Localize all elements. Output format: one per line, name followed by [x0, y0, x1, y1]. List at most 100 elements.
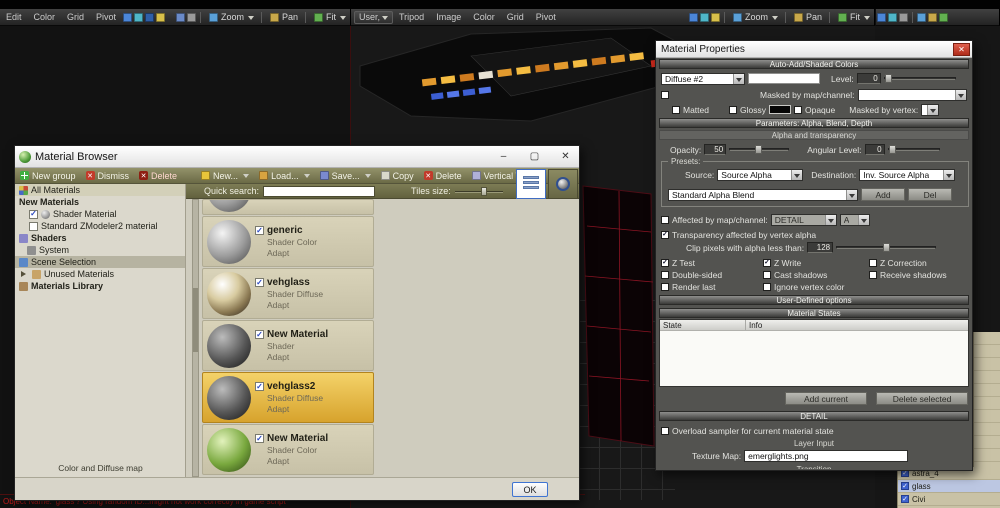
new-material-button[interactable]: New...	[196, 169, 254, 183]
opacity-slider[interactable]	[729, 145, 789, 154]
affected-map-checkbox[interactable]	[661, 216, 669, 224]
material-browser-titlebar[interactable]: Material Browser – ▢ ✕	[15, 146, 579, 168]
diffuse-color-swatch[interactable]	[748, 73, 820, 84]
snap-icon-2[interactable]	[711, 13, 720, 22]
flag-receive-shadows[interactable]: Receive shadows	[869, 268, 947, 281]
masked-vertex-select[interactable]	[921, 104, 939, 116]
shading-mode-icon[interactable]	[134, 13, 143, 22]
diffuse-channel-select[interactable]: Diffuse #2	[661, 73, 745, 85]
state-column-header[interactable]: State	[660, 320, 746, 330]
level-slider-thumb[interactable]	[885, 74, 892, 83]
scene-strip-row[interactable]	[974, 410, 1000, 423]
source-select[interactable]: Source Alpha	[717, 169, 803, 181]
zoom-button-2[interactable]: Zoom	[728, 12, 782, 23]
material-checkbox[interactable]	[255, 434, 264, 443]
menu-color[interactable]: Color	[28, 12, 62, 22]
overload-sampler-checkbox[interactable]	[661, 427, 669, 435]
zoom-button[interactable]: Zoom	[204, 12, 258, 23]
affected-channel-select[interactable]: A	[840, 214, 870, 226]
material-checkbox[interactable]	[255, 382, 264, 391]
scene-strip-row[interactable]	[974, 332, 1000, 345]
camera-icon[interactable]	[187, 13, 196, 22]
flag-ignore-vertex-color[interactable]: Ignore vertex color	[763, 280, 844, 293]
object-visibility-checkbox[interactable]	[901, 482, 909, 490]
masked-map-select[interactable]	[858, 89, 968, 101]
pan-button[interactable]: Pan	[265, 12, 302, 22]
tiles-view-button[interactable]	[516, 169, 546, 199]
scene-strip-row[interactable]	[974, 436, 1000, 449]
tree-item-unused-materials[interactable]: Unused Materials	[15, 268, 185, 280]
copy-material-button[interactable]: Copy	[376, 169, 419, 183]
double-sided-checkbox[interactable]	[661, 271, 669, 279]
opaque-checkbox[interactable]	[794, 106, 802, 114]
flag-render-last[interactable]: Render last	[661, 280, 715, 293]
tree-item-shader-material[interactable]: Shader Material	[15, 208, 185, 220]
material-tile-partial[interactable]	[202, 199, 374, 215]
menu-color-2[interactable]: Color	[467, 12, 501, 22]
menu-edit[interactable]: Edit	[0, 12, 28, 22]
angular-level-slider[interactable]	[888, 145, 940, 154]
delete-selected-button[interactable]: Delete selected	[876, 392, 968, 405]
shading-mode-icon-3[interactable]	[888, 13, 897, 22]
scene-object-row[interactable]: Civi	[898, 493, 1000, 506]
material-checkbox[interactable]	[255, 226, 264, 235]
clip-alpha-slider-thumb[interactable]	[883, 243, 890, 252]
menu-grid-2[interactable]: Grid	[501, 12, 530, 22]
material-search-button[interactable]	[548, 169, 578, 199]
vertex-alpha-checkbox[interactable]	[661, 231, 669, 239]
opacity-slider-thumb[interactable]	[755, 145, 762, 154]
add-preset-button[interactable]: Add	[861, 188, 905, 201]
material-states-table[interactable]: State Info	[659, 319, 969, 387]
glossy-checkbox[interactable]	[729, 106, 737, 114]
scene-object-row[interactable]: glass	[898, 480, 1000, 493]
expand-arrow-icon[interactable]	[21, 271, 29, 277]
shading-mode-icon-2[interactable]	[700, 13, 709, 22]
z-test-checkbox[interactable]	[661, 259, 669, 267]
fit-icon-3[interactable]	[939, 13, 948, 22]
scene-strip-row[interactable]	[974, 423, 1000, 436]
delete-material-button[interactable]: Delete	[419, 169, 467, 183]
cast-shadows-checkbox[interactable]	[763, 271, 771, 279]
menu-grid[interactable]: Grid	[61, 12, 90, 22]
scene-strip-row[interactable]	[974, 397, 1000, 410]
pan-icon-3[interactable]	[928, 13, 937, 22]
fit-button-2[interactable]: Fit	[833, 12, 874, 23]
material-tile-vehglass[interactable]: vehglass Shader Diffuse Adapt	[202, 268, 374, 319]
material-tile-generic[interactable]: generic Shader Color Adapt	[202, 216, 374, 267]
view-options-icon[interactable]	[176, 13, 185, 22]
ignore-vertex-color-checkbox[interactable]	[763, 283, 771, 291]
glossy-color-swatch[interactable]	[769, 105, 791, 114]
fit-button[interactable]: Fit	[309, 12, 350, 23]
tree-item-shaders[interactable]: Shaders	[15, 232, 185, 244]
display-mode-icon-3[interactable]	[877, 13, 886, 22]
tiles-size-slider[interactable]	[455, 187, 503, 196]
matted-checkbox[interactable]	[672, 106, 680, 114]
camera-icon-3[interactable]	[899, 13, 908, 22]
tree-item-standard-zmodeler2[interactable]: Standard ZModeler2 material	[15, 220, 185, 232]
tree-item-all-materials[interactable]: All Materials	[15, 184, 185, 196]
tiles-scrollbar[interactable]	[192, 199, 199, 477]
material-properties-titlebar[interactable]: Material Properties ✕	[656, 41, 972, 58]
display-mode-icon[interactable]	[123, 13, 132, 22]
close-icon[interactable]: ✕	[953, 43, 970, 56]
destination-select[interactable]: Inv. Source Alpha	[859, 169, 955, 181]
snap-icon[interactable]	[156, 13, 165, 22]
angular-level-slider-thumb[interactable]	[889, 145, 896, 154]
material-tile-new-material-2[interactable]: New Material Shader Color Adapt	[202, 424, 374, 475]
del-preset-button[interactable]: Del	[908, 188, 952, 201]
tree-item-system[interactable]: System	[15, 244, 185, 256]
scene-strip-row[interactable]	[974, 358, 1000, 371]
delete-group-button[interactable]: Delete	[134, 169, 182, 183]
info-column-header[interactable]: Info	[746, 320, 968, 330]
material-checkbox[interactable]	[255, 278, 264, 287]
scene-strip-row[interactable]	[974, 345, 1000, 358]
maximize-icon[interactable]: ▢	[521, 148, 548, 166]
material-checkbox[interactable]	[255, 330, 264, 339]
clip-alpha-slider[interactable]	[836, 243, 936, 252]
tree-item-materials-library[interactable]: Materials Library	[15, 280, 185, 292]
tiles-scrollbar-thumb[interactable]	[193, 288, 198, 352]
material-checkbox[interactable]	[29, 222, 38, 231]
object-visibility-checkbox[interactable]	[901, 495, 909, 503]
new-group-button[interactable]: New group	[15, 169, 81, 183]
affected-map-select[interactable]: DETAIL	[771, 214, 837, 226]
